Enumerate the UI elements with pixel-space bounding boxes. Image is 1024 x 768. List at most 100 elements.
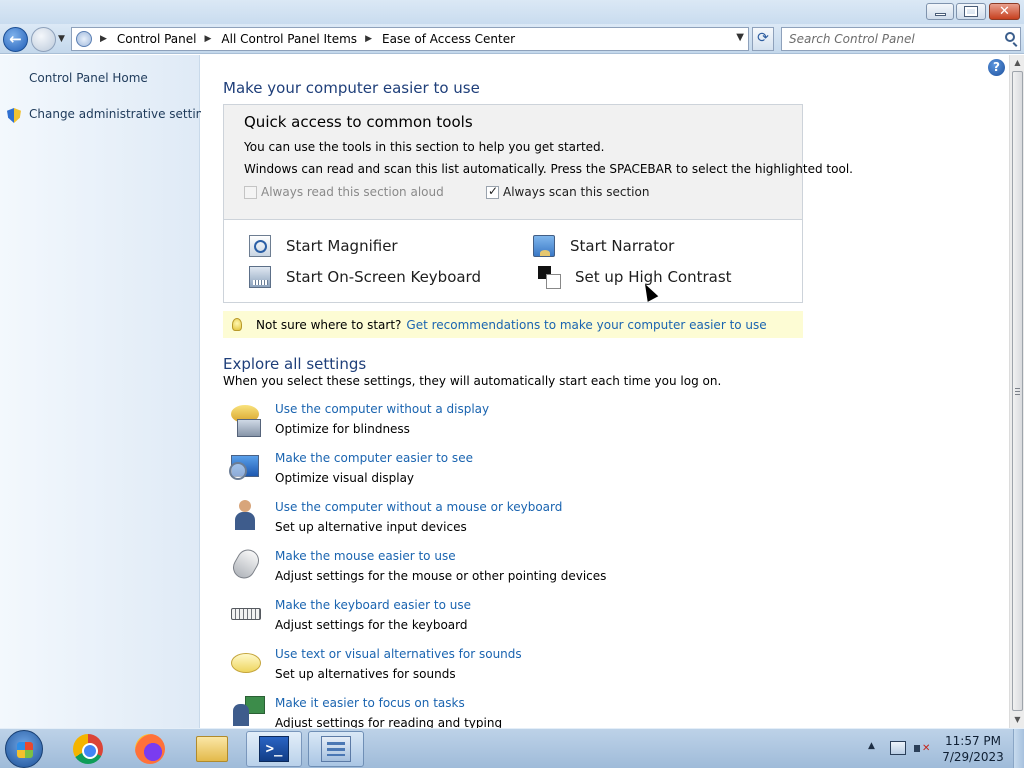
taskbar-firefox[interactable] [122, 731, 178, 767]
breadcrumb-control-panel[interactable]: Control Panel [117, 32, 197, 46]
chevron-right-icon[interactable]: ▶ [100, 34, 107, 44]
breadcrumb-ease-of-access[interactable]: Ease of Access Center [382, 32, 515, 46]
control-panel-address-icon [76, 31, 92, 47]
page-title: Make your computer easier to use [223, 79, 480, 97]
maximize-icon [964, 6, 978, 17]
tip-text: Not sure where to start? [256, 317, 402, 332]
setting-keyboard-easier: Make the keyboard easier to use Adjust s… [231, 598, 831, 642]
speech-bubble-icon [231, 653, 261, 673]
system-clock[interactable]: 11:57 PM 7/29/2023 [938, 733, 1008, 765]
setting-description: Adjust settings for reading and typing [275, 716, 503, 728]
setting-link[interactable]: Make it easier to focus on tasks [275, 696, 465, 710]
chrome-icon [73, 734, 103, 764]
powershell-icon: >_ [259, 736, 289, 762]
recent-pages-dropdown[interactable]: ▼ [58, 34, 65, 44]
quick-access-header: Quick access to common tools You can use… [224, 105, 853, 220]
network-icon[interactable] [890, 741, 906, 755]
sidebar-item-control-panel-home[interactable]: Control Panel Home [29, 71, 148, 85]
taskbar-chrome[interactable] [60, 731, 116, 767]
address-bar[interactable]: ▶ Control Panel ▶ All Control Panel Item… [71, 27, 749, 51]
search-icon[interactable] [1005, 32, 1015, 42]
setting-description: Optimize for blindness [275, 422, 410, 436]
scroll-down-arrow-icon[interactable]: ▼ [1010, 712, 1024, 728]
help-icon[interactable]: ? [988, 59, 1005, 76]
checkbox-box[interactable] [244, 185, 257, 199]
magnifier-icon [249, 235, 271, 257]
checkbox-box-checked[interactable] [486, 184, 499, 199]
taskbar-powershell[interactable]: >_ [246, 731, 302, 767]
setting-link[interactable]: Make the computer easier to see [275, 451, 473, 465]
setting-mouse-easier: Make the mouse easier to use Adjust sett… [228, 545, 831, 593]
setting-description: Adjust settings for the mouse or other p… [275, 569, 607, 583]
search-box[interactable] [781, 27, 1021, 51]
back-arrow-icon: ← [9, 30, 22, 48]
refresh-button[interactable]: ⟳ [752, 27, 774, 51]
show-hidden-icons-arrow[interactable]: ▲ [868, 741, 875, 768]
address-dropdown-icon[interactable]: ▼ [736, 32, 744, 43]
scrollbar-grip [1015, 388, 1020, 395]
vertical-scrollbar[interactable]: ▲ ▼ [1009, 55, 1024, 728]
minimize-button[interactable] [926, 3, 954, 20]
chevron-right-icon[interactable]: ▶ [205, 34, 212, 44]
start-magnifier-label: Start Magnifier [286, 237, 398, 255]
lightbulb-icon [232, 318, 242, 331]
quick-access-description: You can use the tools in this section to… [244, 140, 605, 154]
navigation-bar: ← ▼ ▶ Control Panel ▶ All Control Panel … [0, 24, 1024, 54]
refresh-icon: ⟳ [757, 30, 769, 46]
setting-description: Adjust settings for the keyboard [275, 618, 468, 632]
left-task-pane: Control Panel Home Change administrative… [0, 55, 217, 728]
back-button[interactable]: ← [3, 27, 28, 52]
maximize-button[interactable] [956, 3, 986, 20]
quick-access-instructions: Windows can read and scan this list auto… [244, 162, 853, 176]
high-contrast-button[interactable]: Set up High Contrast [538, 266, 732, 289]
explorer-folder-icon [196, 736, 228, 762]
narrator-icon [533, 235, 555, 257]
forward-button[interactable] [31, 27, 56, 52]
read-aloud-checkbox[interactable]: Always read this section aloud [244, 185, 444, 199]
taskbar: >_ ▲ 11:57 PM 7/29/2023 [0, 728, 1024, 768]
start-onscreen-keyboard-button[interactable]: Start On-Screen Keyboard [249, 266, 481, 288]
read-aloud-label: Always read this section aloud [261, 185, 444, 199]
close-button[interactable]: ✕ [989, 3, 1020, 20]
monitor-magnifier-icon [229, 455, 259, 480]
control-panel-icon [321, 736, 351, 762]
recommendations-link[interactable]: Get recommendations to make your compute… [406, 318, 766, 332]
start-button[interactable] [5, 730, 43, 768]
high-contrast-label: Set up High Contrast [575, 268, 732, 286]
setting-easier-to-see: Make the computer easier to see Optimize… [229, 451, 831, 495]
scan-section-label: Always scan this section [503, 185, 650, 199]
quick-access-title: Quick access to common tools [244, 113, 473, 131]
scan-section-checkbox[interactable]: Always scan this section [486, 184, 650, 199]
search-input[interactable] [789, 29, 999, 49]
taskbar-control-panel[interactable] [308, 731, 364, 767]
setting-link[interactable]: Use the computer without a display [275, 402, 489, 416]
explore-settings-title: Explore all settings [223, 355, 367, 373]
mouse-icon [228, 545, 264, 583]
focus-icon [231, 696, 265, 728]
setting-link[interactable]: Use the computer without a mouse or keyb… [275, 500, 562, 514]
setting-link[interactable]: Use text or visual alternatives for soun… [275, 647, 522, 661]
recommendation-tip-bar: Not sure where to start? Get recommendat… [223, 311, 803, 338]
breadcrumb-all-items[interactable]: All Control Panel Items [221, 32, 357, 46]
scrollbar-thumb[interactable] [1012, 71, 1023, 711]
volume-muted-icon[interactable] [914, 741, 932, 757]
sidebar-item-change-admin-settings[interactable]: Change administrative settings [29, 107, 217, 121]
setting-link[interactable]: Make the mouse easier to use [275, 549, 456, 563]
close-icon: ✕ [999, 4, 1010, 19]
taskbar-explorer[interactable] [184, 731, 240, 767]
start-narrator-button[interactable]: Start Narrator [533, 235, 674, 257]
start-magnifier-button[interactable]: Start Magnifier [249, 235, 398, 257]
keyboard-icon [249, 266, 271, 288]
clock-time: 11:57 PM [945, 734, 1001, 748]
setting-link[interactable]: Make the keyboard easier to use [275, 598, 471, 612]
show-desktop-button[interactable] [1013, 729, 1024, 768]
setting-focus-tasks: Make it easier to focus on tasks Adjust … [231, 696, 831, 728]
setting-without-display: Use the computer without a display Optim… [231, 402, 831, 446]
keyboard-icon [231, 608, 261, 620]
chevron-right-icon[interactable]: ▶ [365, 34, 372, 44]
scroll-up-arrow-icon[interactable]: ▲ [1010, 55, 1024, 71]
firefox-icon [135, 734, 165, 764]
uac-shield-icon [7, 108, 21, 123]
setting-without-mouse-keyboard: Use the computer without a mouse or keyb… [231, 500, 831, 544]
title-bar: ✕ [0, 0, 1024, 24]
